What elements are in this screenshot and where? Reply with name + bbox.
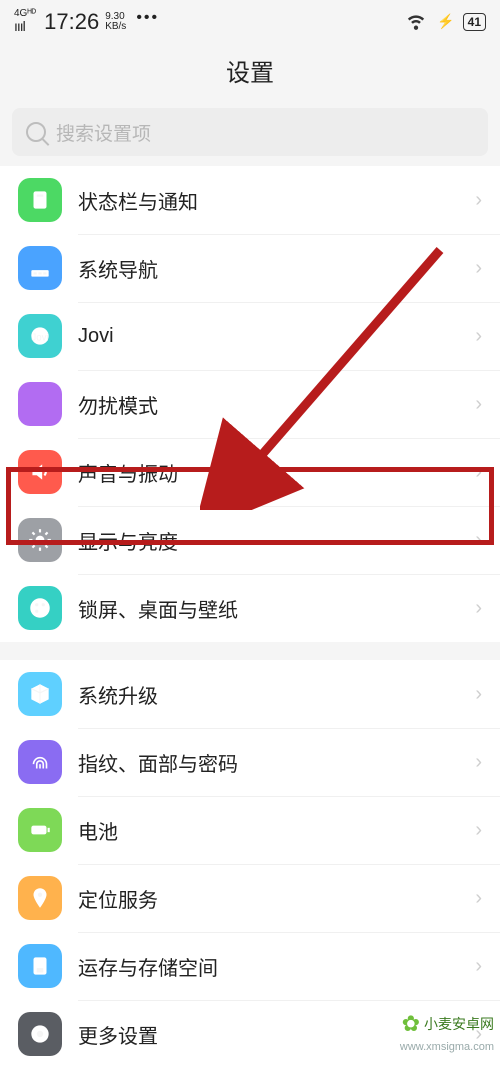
- settings-item-label: 系统升级: [78, 680, 475, 709]
- clock: 17:26: [44, 9, 99, 35]
- navigation-icon: [18, 246, 62, 290]
- chevron-right-icon: ›: [475, 257, 482, 280]
- clover-icon: ✿: [402, 1011, 420, 1037]
- settings-item-jovi[interactable]: Jovi›: [0, 302, 500, 370]
- more-status-icon: •••: [136, 9, 159, 27]
- chevron-right-icon: ›: [475, 751, 482, 774]
- settings-item-label: 运存与存储空间: [78, 952, 475, 981]
- settings-item-label: 系统导航: [78, 254, 475, 283]
- settings-item-wall[interactable]: 锁屏、桌面与壁纸›: [0, 574, 500, 642]
- search-input[interactable]: 搜索设置项: [12, 108, 488, 156]
- settings-item-label: 指纹、面部与密码: [78, 748, 475, 777]
- chevron-right-icon: ›: [475, 393, 482, 416]
- settings-item-label: 电池: [78, 816, 475, 845]
- search-icon: [26, 122, 46, 142]
- battery-icon: [18, 808, 62, 852]
- settings-item-nav[interactable]: 系统导航›: [0, 234, 500, 302]
- network-label: 4Gᴴᴰ: [14, 9, 36, 19]
- settings-item-dnd[interactable]: 勿扰模式›: [0, 370, 500, 438]
- net-speed: 9.30 KB/s: [105, 12, 126, 32]
- settings-item-bio[interactable]: 指纹、面部与密码›: [0, 728, 500, 796]
- moon-icon: [18, 382, 62, 426]
- chevron-right-icon: ›: [475, 189, 482, 212]
- chevron-right-icon: ›: [475, 529, 482, 552]
- chevron-right-icon: ›: [475, 597, 482, 620]
- cube-icon: [18, 672, 62, 716]
- fingerprint-icon: [18, 740, 62, 784]
- speaker-icon: [18, 450, 62, 494]
- settings-item-label: 显示与亮度: [78, 526, 475, 555]
- settings-item-sound[interactable]: 声音与振动›: [0, 438, 500, 506]
- chevron-right-icon: ›: [475, 461, 482, 484]
- settings-item-notif[interactable]: 状态栏与通知›: [0, 166, 500, 234]
- watermark: ✿ 小麦安卓网: [402, 1011, 494, 1037]
- settings-item-disp[interactable]: 显示与亮度›: [0, 506, 500, 574]
- watermark-url: www.xmsigma.com: [400, 1041, 494, 1053]
- chevron-right-icon: ›: [475, 819, 482, 842]
- settings-item-label: 锁屏、桌面与壁纸: [78, 594, 475, 623]
- settings-item-stor[interactable]: 运存与存储空间›: [0, 932, 500, 1000]
- storage-icon: [18, 944, 62, 988]
- settings-item-upd[interactable]: 系统升级›: [0, 660, 500, 728]
- wifi-icon: [403, 6, 429, 37]
- chevron-right-icon: ›: [475, 325, 482, 348]
- settings-item-label: 声音与振动: [78, 458, 475, 487]
- chevron-right-icon: ›: [475, 683, 482, 706]
- settings-item-label: 勿扰模式: [78, 390, 475, 419]
- page-title: 设置: [0, 39, 500, 108]
- settings-item-label: 状态栏与通知: [78, 186, 475, 215]
- palette-icon: [18, 586, 62, 630]
- chevron-right-icon: ›: [475, 887, 482, 910]
- signal-icon: ıııl: [14, 19, 36, 33]
- jovi-icon: [18, 314, 62, 358]
- settings-item-batt[interactable]: 电池›: [0, 796, 500, 864]
- brightness-icon: [18, 518, 62, 562]
- chevron-right-icon: ›: [475, 955, 482, 978]
- settings-item-label: Jovi: [78, 325, 475, 348]
- gear-icon: [18, 1012, 62, 1056]
- search-placeholder: 搜索设置项: [56, 119, 151, 146]
- charging-icon: ⚡: [437, 13, 454, 30]
- location-icon: [18, 876, 62, 920]
- settings-item-label: 定位服务: [78, 884, 475, 913]
- status-bar: 4Gᴴᴰ ıııl 17:26 9.30 KB/s ••• ⚡ 41: [0, 0, 500, 39]
- battery-indicator: 41: [463, 13, 486, 31]
- notification-icon: [18, 178, 62, 222]
- settings-item-loc[interactable]: 定位服务›: [0, 864, 500, 932]
